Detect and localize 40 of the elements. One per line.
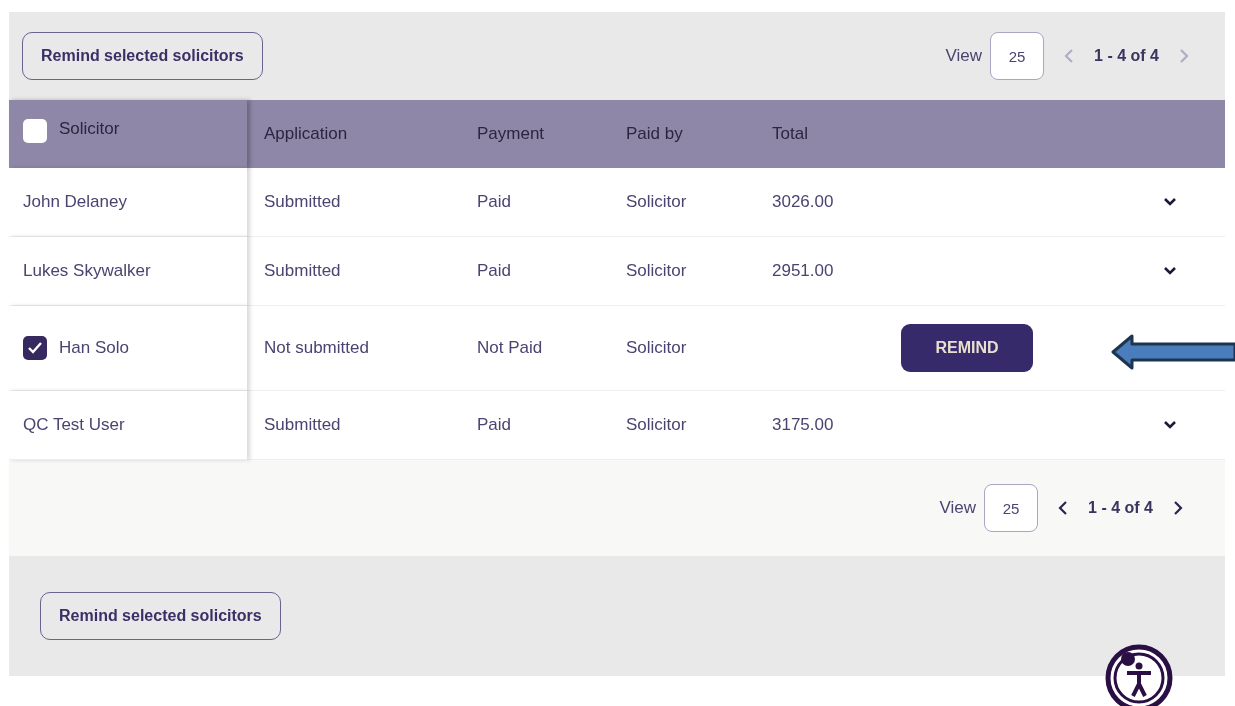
paid-by: Solicitor xyxy=(626,192,687,212)
paid-by: Solicitor xyxy=(626,415,687,435)
payment-status: Paid xyxy=(477,415,512,435)
accessibility-icon[interactable] xyxy=(1105,644,1173,706)
page-range: 1 - 4 of 4 xyxy=(1088,499,1153,517)
application-status: Not submitted xyxy=(264,338,369,358)
solicitor-name: Lukes Skywalker xyxy=(23,261,151,281)
checkmark-icon xyxy=(27,341,43,355)
total-amount: 2951.00 xyxy=(772,261,834,281)
remind-selected-button[interactable]: Remind selected solicitors xyxy=(22,32,263,80)
view-label: View xyxy=(939,498,977,518)
application-status: Submitted xyxy=(264,192,341,212)
select-all-checkbox[interactable] xyxy=(23,119,47,143)
column-header: Total xyxy=(772,124,808,144)
expand-chevron-icon[interactable] xyxy=(1163,266,1177,276)
remind-button[interactable]: REMIND xyxy=(901,324,1033,372)
payment-status: Paid xyxy=(477,261,512,281)
total-amount: 3175.00 xyxy=(772,415,834,435)
application-status: Submitted xyxy=(264,261,341,281)
solicitor-name: Han Solo xyxy=(59,338,129,358)
payment-status: Paid xyxy=(477,192,512,212)
expand-chevron-icon[interactable] xyxy=(1163,197,1177,207)
column-header: Payment xyxy=(477,124,545,144)
expand-chevron-icon[interactable] xyxy=(1163,420,1177,430)
page-size-field[interactable]: 25 xyxy=(990,32,1045,80)
paid-by: Solicitor xyxy=(626,261,687,281)
solicitor-name: QC Test User xyxy=(23,415,125,435)
paid-by: Solicitor xyxy=(626,338,687,358)
column-header: Paid by xyxy=(626,124,683,144)
column-header: Application xyxy=(264,124,348,144)
remind-selected-button[interactable]: Remind selected solicitors xyxy=(40,592,281,640)
column-header: Solicitor xyxy=(59,119,120,139)
solicitor-name: John Delaney xyxy=(23,192,127,212)
view-label: View xyxy=(945,46,983,66)
application-status: Submitted xyxy=(264,415,341,435)
total-amount: 3026.00 xyxy=(772,192,834,212)
page-range: 1 - 4 of 4 xyxy=(1094,47,1159,65)
payment-status: Not Paid xyxy=(477,338,543,358)
page-size-field[interactable]: 25 xyxy=(984,484,1039,532)
row-checkbox[interactable] xyxy=(23,336,47,360)
